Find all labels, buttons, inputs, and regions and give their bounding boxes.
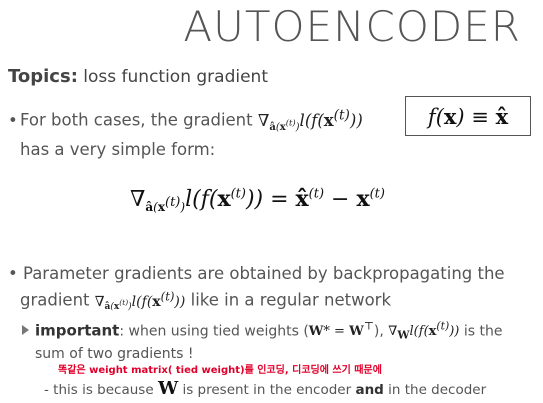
bullet1-line1: For both cases, the gradient xyxy=(20,110,253,130)
bullet2-suffix: like in a regular network xyxy=(190,290,392,310)
main-equation: ∇â(x(t))l(f(x(t))) = x̂(t) − x(t) xyxy=(130,186,385,215)
formula-box: f(x) ≡ x̂ xyxy=(405,96,531,136)
triangle-bullet-icon xyxy=(22,325,29,336)
important-label: important xyxy=(35,321,120,340)
topics-text: loss function gradient xyxy=(83,67,268,87)
korean-annotation: 똑같은 weight matrix( tied weight)를 인코딩, 디코… xyxy=(58,365,382,376)
sub-bullet-important: important: when using tied weights (W* =… xyxy=(22,317,537,364)
bullet-dot: • xyxy=(8,110,18,130)
weight-gradient-expression: ∇Wl(f(x(t))) xyxy=(388,320,460,342)
sub-bullet-reason: - this is because W is present in the en… xyxy=(44,378,486,399)
topics-line: Topics: loss function gradient xyxy=(8,66,268,87)
tied-weights-expression: W* = W⊤ xyxy=(308,320,374,340)
gradient-expression-2: ∇â(x(t))l(f(x(t))) xyxy=(94,289,186,313)
bullet2-line1: Parameter gradients are obtained by back… xyxy=(22,264,505,283)
sub1-text-b: ), xyxy=(373,323,389,340)
sub1-text-a: : when using tied weights ( xyxy=(119,323,309,340)
sub2-W: W xyxy=(157,378,179,399)
gradient-expression: ∇â(x(t))l(f(x(t))) xyxy=(257,107,363,133)
box-formula: f(x) ≡ x̂ xyxy=(427,103,509,129)
bullet-parameter-gradients: • Parameter gradients are obtained by ba… xyxy=(8,264,505,313)
topics-label: Topics: xyxy=(8,66,78,87)
bullet2-prefix: gradient xyxy=(20,290,90,310)
sub2-prefix: - this is because xyxy=(44,382,154,398)
slide-title: AUTOENCODER xyxy=(183,2,521,51)
sub1-text-c: is the xyxy=(459,323,503,340)
slide: AUTOENCODER Topics: loss function gradie… xyxy=(0,0,543,403)
bullet-gradient-form: • For both cases, the gradient ∇â(x(t))l(… xyxy=(8,104,388,161)
bullet1-line2: has a very simple form: xyxy=(20,139,216,159)
sub2-mid: is present in the encoder xyxy=(182,382,352,398)
sub2-end: in the decoder xyxy=(388,382,487,398)
sub2-and: and xyxy=(355,382,384,398)
